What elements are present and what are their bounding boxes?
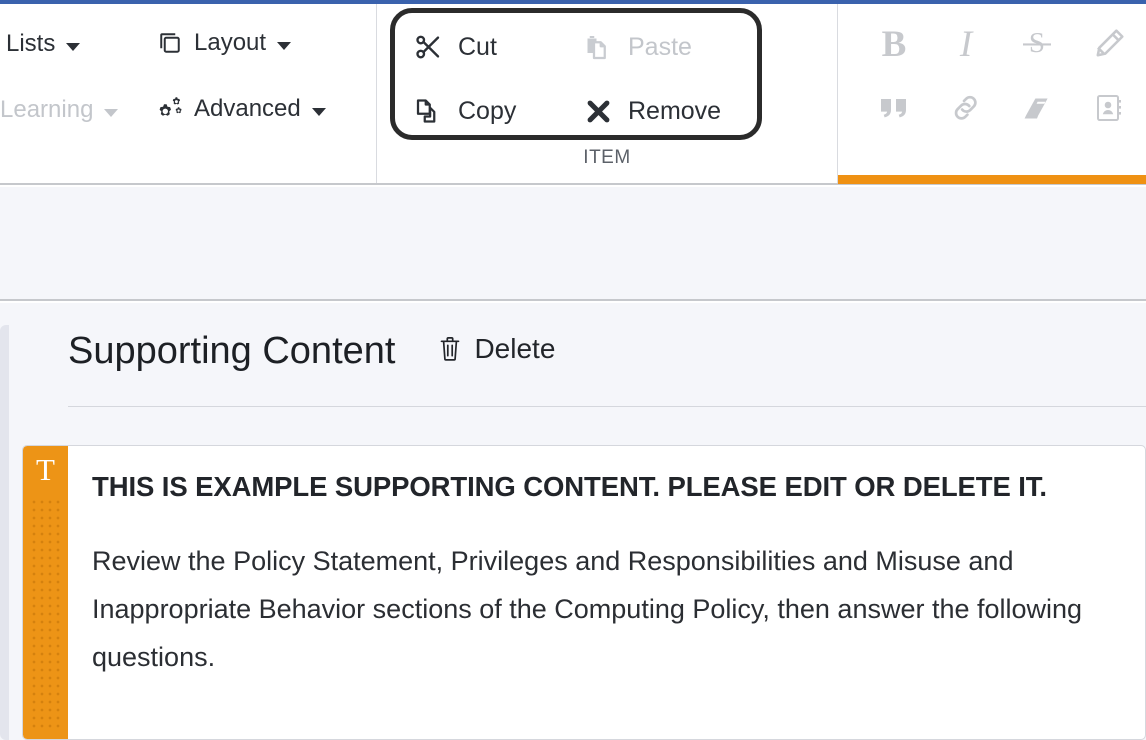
chevron-down-icon (104, 109, 119, 117)
lists-menu-button[interactable]: Lists (6, 30, 81, 58)
layout-menu-label: Layout (194, 29, 267, 56)
pencil-button[interactable] (1081, 16, 1137, 72)
learning-menu-button[interactable]: Learning (0, 96, 119, 124)
learning-menu-label: Learning (0, 96, 94, 123)
formatting-group-active-underline (838, 175, 1146, 184)
link-icon (949, 91, 983, 125)
quote-icon (877, 91, 911, 125)
editor-ribbon: Lists Learning Layout Advanced Cut Copy … (0, 4, 1146, 185)
paste-icon (582, 31, 614, 63)
card-body[interactable]: THIS IS EXAMPLE SUPPORTING CONTENT. PLEA… (68, 446, 1145, 739)
book-icon (1020, 91, 1054, 125)
item-group-label: ITEM (583, 147, 631, 168)
chevron-down-icon (311, 108, 326, 116)
card-drag-handle[interactable]: T (23, 446, 68, 739)
advanced-menu-button[interactable]: Advanced (155, 94, 326, 124)
scissors-icon (412, 31, 444, 63)
blockquote-button[interactable] (866, 80, 922, 136)
pencil-icon (1092, 27, 1126, 61)
copy-icon (412, 95, 444, 127)
spacer-band (0, 187, 1146, 301)
chevron-down-icon (277, 42, 292, 50)
link-button[interactable] (938, 80, 994, 136)
copy-label: Copy (458, 96, 517, 125)
text-block-type-badge: T (36, 452, 55, 487)
copy-layout-icon (155, 28, 185, 58)
cut-label: Cut (458, 32, 497, 61)
supporting-content-card[interactable]: T THIS IS EXAMPLE SUPPORTING CONTENT. PL… (22, 445, 1146, 740)
contact-button[interactable] (1081, 80, 1137, 136)
strikethrough-button[interactable]: S (1009, 16, 1065, 72)
paste-button[interactable]: Paste (582, 31, 692, 63)
copy-button[interactable]: Copy (412, 95, 516, 127)
paste-label: Paste (628, 32, 692, 61)
italic-icon: I (959, 23, 973, 65)
content-page: Supporting Content Delete T THIS IS EXAM… (0, 303, 1146, 740)
section-divider (68, 406, 1146, 407)
section-header: Supporting Content Delete (68, 330, 555, 373)
ribbon-group-item: Cut Copy Paste Remove ITEM (377, 4, 838, 183)
app-root: Lists Learning Layout Advanced Cut Copy … (0, 0, 1146, 740)
ribbon-group-formatting: B I S (838, 4, 1146, 184)
remove-label: Remove (628, 96, 722, 125)
trash-icon (437, 334, 463, 364)
delete-label: Delete (474, 333, 556, 364)
bold-icon: B (881, 23, 907, 65)
glossary-button[interactable] (1009, 80, 1065, 136)
layout-menu-button[interactable]: Layout (155, 28, 292, 58)
remove-button[interactable]: Remove (582, 95, 721, 127)
address-book-icon (1092, 91, 1126, 125)
italic-button[interactable]: I (938, 16, 994, 72)
bold-button[interactable]: B (866, 16, 922, 72)
gears-icon (155, 94, 185, 124)
card-lead-text: THIS IS EXAMPLE SUPPORTING CONTENT. PLEA… (92, 471, 1047, 502)
ribbon-group-menus: Lists Learning Layout Advanced (0, 4, 377, 183)
left-rail (0, 325, 9, 740)
page-title: Supporting Content (68, 330, 396, 372)
grip-dots-icon (30, 498, 61, 731)
lists-menu-label: Lists (6, 30, 56, 57)
svg-text:S: S (1029, 27, 1045, 59)
chevron-down-icon (66, 43, 81, 51)
advanced-menu-label: Advanced (194, 95, 301, 122)
cut-button[interactable]: Cut (412, 31, 497, 63)
delete-section-button[interactable]: Delete (437, 333, 555, 365)
strikethrough-icon: S (1018, 25, 1056, 63)
x-mark-icon (582, 95, 614, 127)
card-paragraph-text: Review the Policy Statement, Privileges … (92, 545, 1083, 672)
